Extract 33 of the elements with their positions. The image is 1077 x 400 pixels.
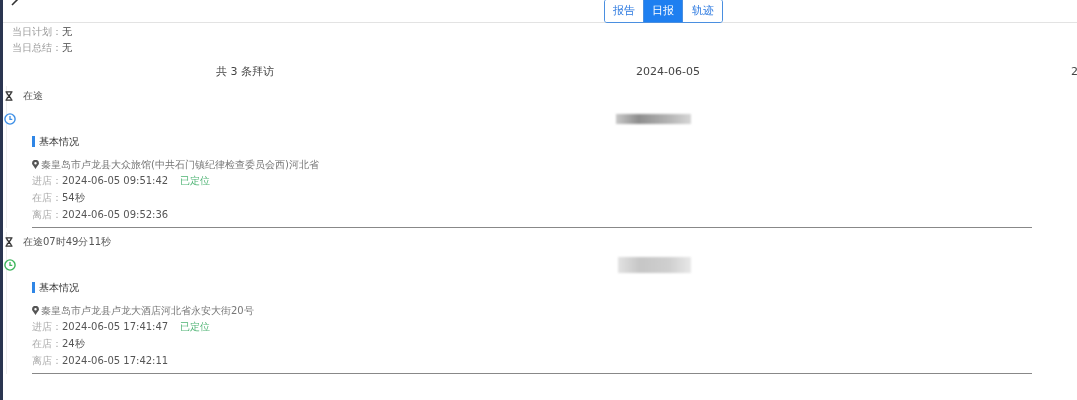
field-value: 2024-06-05 17:42:11: [62, 354, 169, 368]
hourglass-icon: [5, 237, 13, 247]
date-label: 2024-06-05: [636, 64, 700, 78]
field-value: 24秒: [62, 337, 85, 351]
transit-status: 在途: [23, 89, 43, 103]
location-status: 已定位: [180, 174, 211, 188]
location-pin-icon: [32, 306, 39, 315]
field-value: 2024-06-05 09:52:36: [62, 208, 169, 222]
field-label: 离店：: [32, 354, 62, 368]
field-value: 54秒: [62, 191, 85, 205]
field-label: 在店：: [32, 337, 62, 351]
field-value: 2024-06-05 09:51:42: [62, 174, 169, 188]
location-pin-icon: [32, 160, 39, 169]
field-value: 无: [62, 26, 72, 37]
field-label: 进店：: [32, 320, 62, 334]
field-value: 无: [62, 42, 72, 53]
field-label: 当日计划：: [12, 26, 62, 37]
section-title: 基本情况: [32, 136, 1032, 147]
address-text: 秦皇岛市卢龙县卢龙大酒店河北省永安大街20号: [41, 303, 254, 318]
tab[interactable]: 日报: [644, 0, 683, 22]
field-label: 在店：: [32, 191, 62, 205]
field-label: 离店：: [32, 208, 62, 222]
hourglass-icon: [5, 91, 13, 101]
section-title: 基本情况: [32, 282, 1032, 293]
visit-count: 共 3 条拜访: [216, 63, 274, 79]
transit-status: 在途07时49分11秒: [23, 235, 112, 249]
address-text: 秦皇岛市卢龙县大众旅馆(中共石门镇纪律检查委员会西)河北省: [41, 157, 319, 172]
field-value: 2024-06-05 17:41:47: [62, 320, 169, 334]
field-label: 进店：: [32, 174, 62, 188]
tab[interactable]: 报告: [605, 0, 644, 22]
field-label: 当日总结：: [12, 42, 62, 53]
location-status: 已定位: [180, 320, 211, 334]
date-label: 2: [1071, 64, 1077, 78]
